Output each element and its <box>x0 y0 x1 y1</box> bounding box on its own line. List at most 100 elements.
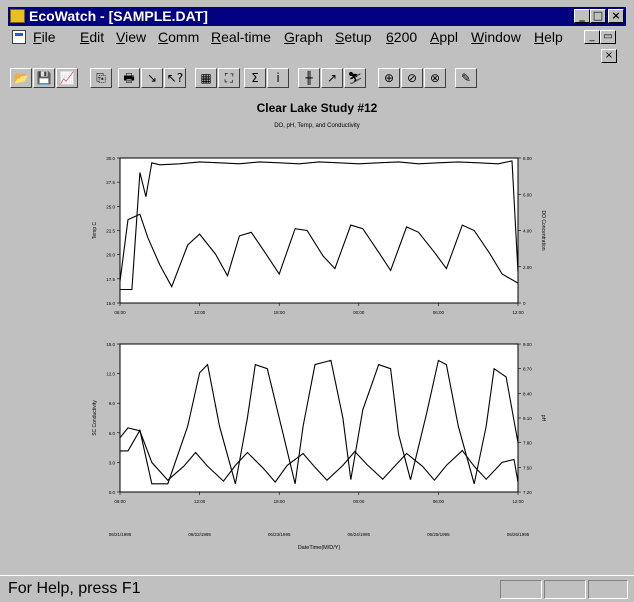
plot-area-1 <box>119 157 519 304</box>
y2-tick-label: 7.20 <box>523 490 532 495</box>
menu-view-label: iew <box>125 29 147 45</box>
y-axis-label: Temp C <box>92 222 98 240</box>
menu-window-mnemonic: W <box>471 29 485 45</box>
menu-help-mnemonic: H <box>534 29 545 45</box>
maximize-button[interactable]: □ <box>590 9 606 23</box>
y-tick-label: 27.5 <box>106 180 115 185</box>
edit-plot-icon[interactable]: ✎ <box>455 68 477 88</box>
menu-help-label: elp <box>544 29 563 45</box>
menu-edit-mnemonic: E <box>80 29 90 45</box>
status-panel-1 <box>500 580 542 599</box>
y2-tick-label: 4.00 <box>523 229 532 234</box>
menu-setup-mnemonic: S <box>335 29 345 45</box>
x-tick-label: 00:00 <box>353 499 365 504</box>
menu-appl[interactable]: Appl <box>430 29 458 45</box>
title-bar[interactable]: EcoWatch - [SAMPLE.DAT] _ □ × <box>8 7 626 26</box>
y2-tick-label: 7.50 <box>523 465 532 470</box>
zoom-pen-icon[interactable]: ↗ <box>321 68 343 88</box>
cursor-icon[interactable]: ╫ <box>298 68 320 88</box>
menu-file[interactable]: File <box>33 29 56 45</box>
x-tick-label: 18:00 <box>274 310 286 315</box>
copy-icon[interactable]: ⎘ <box>90 68 112 88</box>
toolbar: 📂 💾 📈 ⎘ 🖶 ↘ ↖? ▦ ⛶ Σi ╫ ↗ ⛷ ⊕ ⊘ ⊗ ✎ <box>8 64 608 92</box>
y2-tick-label: 6.00 <box>523 192 532 197</box>
status-panel-3 <box>588 580 628 599</box>
app-window: EcoWatch - [SAMPLE.DAT] _ □ × File Edit … <box>0 0 634 602</box>
y-tick-label: 22.5 <box>106 229 115 234</box>
plot-icon[interactable]: ⛷ <box>344 68 366 88</box>
graph-window: Clear Lake Study #12 DO, pH, Temp, and C… <box>8 94 626 570</box>
x-tick-label: 06:00 <box>114 310 126 315</box>
window-title: EcoWatch - [SAMPLE.DAT] <box>29 8 208 24</box>
close-button[interactable]: × <box>608 9 624 23</box>
zoom-in-icon[interactable]: ⊕ <box>378 68 400 88</box>
menu-6200[interactable]: 6200 <box>386 29 417 45</box>
y-tick-label: 17.5 <box>106 277 115 282</box>
menu-comm-mnemonic: C <box>158 29 169 45</box>
print-icon[interactable]: 🖶 <box>118 68 140 88</box>
x-date-label: 06/25/1995 <box>427 532 450 537</box>
x-tick-label: 18:00 <box>274 499 286 504</box>
x-date-label: 06/21/1995 <box>109 532 132 537</box>
x-tick-label: 06:00 <box>433 499 445 504</box>
menu-real-time-mnemonic: R <box>211 29 222 45</box>
menu-window-label: indow <box>484 29 521 45</box>
y2-tick-label: 2.00 <box>523 265 532 270</box>
mdi-restore-button[interactable]: ▭ <box>600 30 616 44</box>
charts-canvas[interactable]: 30.027.525.022.520.017.515.08.006.004.00… <box>8 94 626 570</box>
x-date-label: 06/23/1995 <box>268 532 291 537</box>
open-icon[interactable]: 📂 <box>10 68 32 88</box>
menu-edit[interactable]: Edit <box>80 29 104 45</box>
info-icon[interactable]: i <box>267 68 289 88</box>
menu-setup-label: etup <box>344 29 372 45</box>
y2-tick-label: 8.70 <box>523 367 532 372</box>
menu-file-label: ile <box>41 29 56 45</box>
mdi-close-button[interactable]: × <box>601 49 617 63</box>
save-icon[interactable]: 💾 <box>33 68 55 88</box>
x-tick-label: 12:00 <box>194 310 206 315</box>
y-tick-label: 12.0 <box>106 372 115 377</box>
table-icon[interactable]: ▦ <box>195 68 217 88</box>
menu-real-time[interactable]: Real-time <box>211 29 271 45</box>
y-tick-label: 30.0 <box>106 156 115 161</box>
app-icon[interactable] <box>10 9 25 23</box>
status-text: For Help, press F1 <box>8 580 141 597</box>
zoom-out-icon[interactable]: ⊗ <box>424 68 446 88</box>
graph-icon[interactable]: ⛶ <box>218 68 240 88</box>
status-panel-2 <box>544 580 586 599</box>
status-bar: For Help, press F1 <box>0 575 634 602</box>
y-tick-label: 3.0 <box>109 460 116 465</box>
y2-tick-label: 8.40 <box>523 391 532 396</box>
y-tick-label: 20.0 <box>106 253 115 258</box>
menu-graph[interactable]: Graph <box>284 29 323 45</box>
x-tick-label: 06:00 <box>433 310 445 315</box>
y2-tick-label: 8.00 <box>523 156 532 161</box>
menu-comm-label: omm <box>168 29 200 45</box>
y-axis-label: SC Conductivity <box>92 400 98 436</box>
document-icon[interactable] <box>12 30 26 44</box>
menu-help[interactable]: Help <box>534 29 563 45</box>
y2-tick-label: 0 <box>523 301 526 306</box>
statistics-icon[interactable]: Σ <box>244 68 266 88</box>
graph-wizard-icon[interactable]: 📈 <box>56 68 78 88</box>
menu-6200-mnemonic: 6 <box>386 29 394 45</box>
tools-icon[interactable]: ↘ <box>141 68 163 88</box>
x-axis-label: DateTime(M/D/Y) <box>298 545 341 551</box>
zoom-pan-icon[interactable]: ⊘ <box>401 68 423 88</box>
y2-axis-label: pH <box>540 415 546 422</box>
mdi-minimize-button[interactable]: _ <box>584 30 600 44</box>
context-help-icon[interactable]: ↖? <box>164 68 186 88</box>
y-tick-label: 6.0 <box>109 431 116 436</box>
menu-setup[interactable]: Setup <box>335 29 372 45</box>
menu-view[interactable]: View <box>116 29 146 45</box>
x-date-label: 06/26/1995 <box>507 532 530 537</box>
y2-tick-label: 9.00 <box>523 342 532 347</box>
menu-graph-mnemonic: G <box>284 29 295 45</box>
minimize-button[interactable]: _ <box>574 9 590 23</box>
menu-appl-mnemonic: A <box>430 29 440 45</box>
menu-file-mnemonic: F <box>33 29 42 45</box>
y2-tick-label: 8.10 <box>523 416 532 421</box>
menu-window[interactable]: Window <box>471 29 521 45</box>
menu-comm[interactable]: Comm <box>158 29 199 45</box>
menu-view-mnemonic: V <box>116 29 126 45</box>
